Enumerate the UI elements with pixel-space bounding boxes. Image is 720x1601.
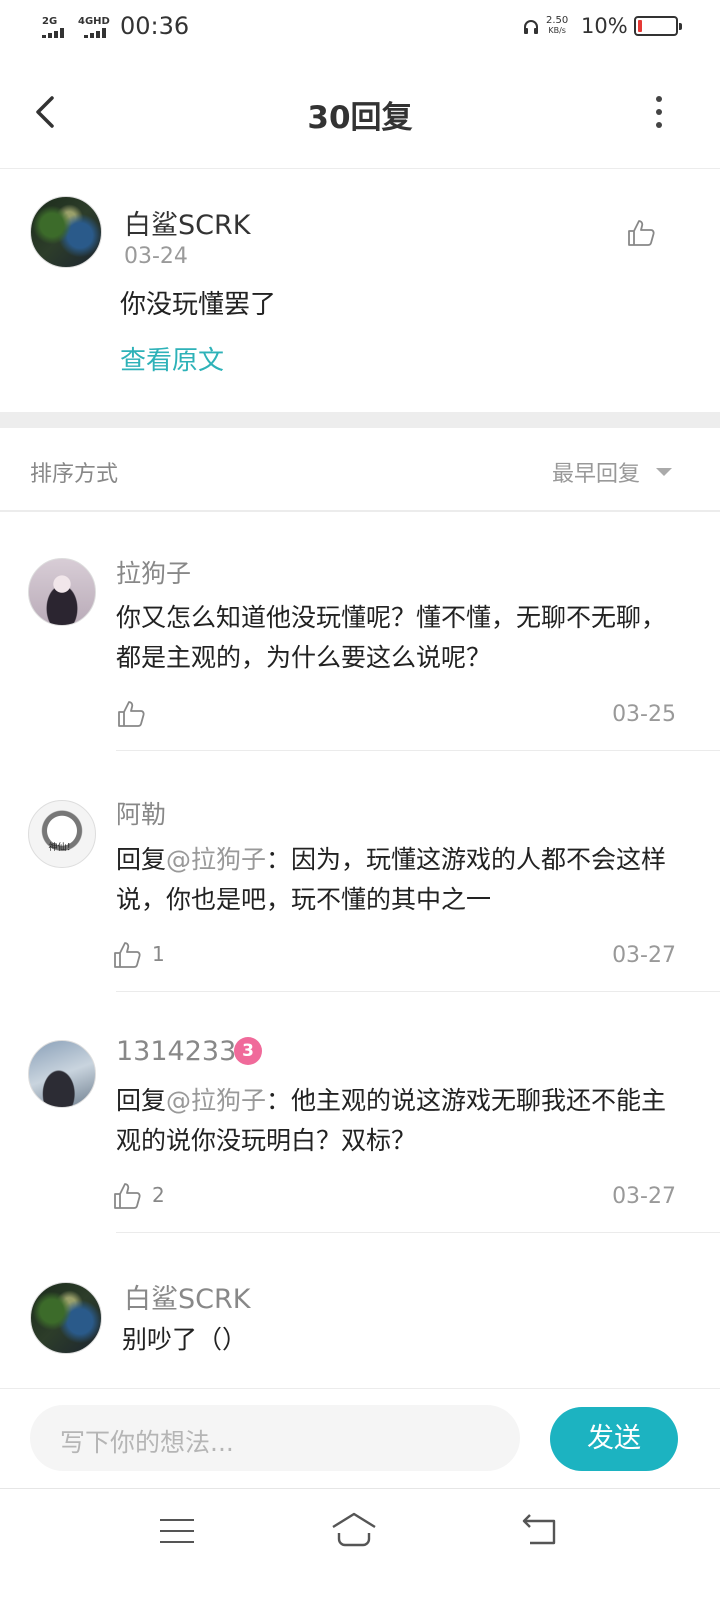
reply-author[interactable]: 阿勒 [116, 795, 166, 831]
mention-link[interactable]: @拉狗子 [166, 845, 266, 874]
mention-link[interactable]: @拉狗子 [166, 1086, 266, 1115]
menu-icon[interactable] [160, 1519, 194, 1545]
like-count: 2 [152, 1183, 165, 1207]
clock: 00:36 [120, 12, 190, 40]
sim1-label: 2G [42, 16, 58, 27]
reply-author[interactable]: 白鲨SCRK [124, 1277, 250, 1316]
thumbs-up-icon[interactable] [112, 940, 142, 970]
divider [116, 750, 720, 751]
reply-text: 别吵了（） [122, 1325, 248, 1354]
top-bar: 30回复 [0, 56, 720, 169]
headphones-icon [524, 20, 538, 34]
view-original-link[interactable]: 查看原文 [120, 340, 224, 377]
avatar[interactable] [30, 1282, 102, 1354]
input-placeholder: 写下你的想法... [60, 1428, 234, 1457]
status-bar: 2G 4GHD 00:36 2.50 KB/s 10% [0, 0, 720, 56]
speed-value: 2.50 [546, 15, 569, 26]
network-speed: 2.50 KB/s [546, 16, 568, 36]
chevron-down-icon[interactable] [656, 468, 672, 476]
reply-author[interactable]: 1314233 [116, 1036, 236, 1067]
sim2-signal: 4GHD [78, 16, 110, 38]
sort-bar: 排序方式 最早回复 [0, 428, 720, 512]
reply-text: 回复@拉狗子：因为，玩懂这游戏的人都不会这样说，你也是吧，玩不懂的其中之一 [116, 840, 676, 920]
avatar-caption: 神仙！ [48, 843, 76, 853]
system-nav-bar [0, 1488, 720, 1601]
comment-composer: 写下你的想法... 发送 [0, 1388, 720, 1489]
reply-date: 03-25 [612, 702, 676, 727]
reply-prefix: 回复 [116, 845, 167, 874]
thumbs-up-icon[interactable] [116, 699, 146, 729]
level-badge: 3 [234, 1037, 262, 1065]
section-gap [0, 412, 720, 428]
reply-text: 你又怎么知道他没玩懂呢？懂不懂，无聊不无聊，都是主观的，为什么要这么说呢？ [116, 603, 667, 672]
avatar[interactable] [30, 196, 102, 268]
more-vertical-icon[interactable] [650, 96, 668, 130]
avatar[interactable] [28, 558, 96, 626]
battery-level [638, 20, 642, 32]
avatar[interactable]: 神仙！ [28, 800, 96, 868]
back-icon[interactable] [520, 1511, 560, 1547]
divider [116, 991, 720, 992]
reply-date: 03-27 [612, 1184, 676, 1209]
sort-dropdown[interactable]: 最早回复 [552, 456, 640, 488]
reply-text: 回复@拉狗子：他主观的说这游戏无聊我还不能主观的说你没玩明白？双标？ [116, 1081, 676, 1161]
divider [116, 1232, 720, 1233]
sim1-signal: 2G [42, 16, 64, 38]
thumbs-up-icon[interactable] [626, 218, 656, 248]
send-button[interactable]: 发送 [550, 1407, 678, 1471]
page-title: 30回复 [307, 100, 413, 136]
battery-icon [634, 16, 682, 36]
sort-label: 排序方式 [30, 462, 119, 487]
reply-author[interactable]: 拉狗子 [116, 554, 191, 590]
avatar[interactable] [28, 1040, 96, 1108]
sim2-label: 4GHD [78, 16, 110, 27]
post-date: 03-24 [124, 244, 188, 269]
post-text: 你没玩懂罢了 [120, 290, 277, 320]
thumbs-up-icon[interactable] [112, 1181, 142, 1211]
post-author[interactable]: 白鲨SCRK [124, 203, 250, 242]
like-count: 1 [152, 942, 165, 966]
reply-date: 03-27 [612, 943, 676, 968]
speed-unit: KB/s [548, 26, 566, 35]
battery-percent: 10% [581, 14, 628, 38]
comment-input[interactable]: 写下你的想法... [30, 1405, 520, 1471]
home-icon[interactable] [330, 1509, 378, 1549]
reply-prefix: 回复 [116, 1086, 167, 1115]
